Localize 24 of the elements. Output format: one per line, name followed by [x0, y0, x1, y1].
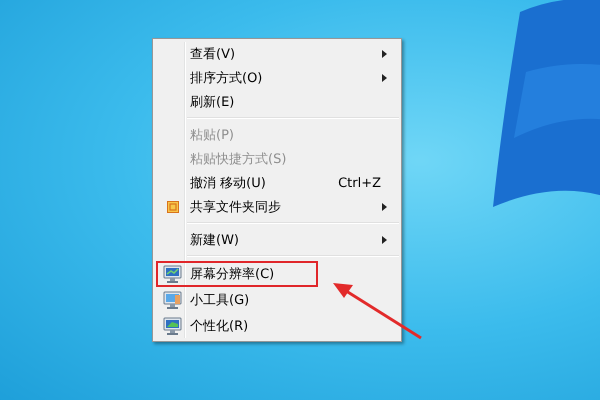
menu-item-label: 撤消 移动(U)	[190, 175, 266, 192]
menu-item[interactable]: 撤消 移动(U) Ctrl+Z	[153, 171, 401, 195]
menu-item[interactable]: 共享文件夹同步	[153, 195, 401, 219]
menu-item-label: 粘贴(P)	[190, 127, 234, 144]
menu-item-label: 刷新(E)	[190, 94, 234, 111]
monitor-icon	[163, 264, 183, 284]
menu-item-label: 新建(W)	[190, 232, 239, 249]
menu-item-label: 共享文件夹同步	[190, 199, 281, 216]
menu-item[interactable]: 刷新(E)	[153, 90, 401, 114]
menu-item-label: 小工具(G)	[190, 292, 250, 309]
menu-item[interactable]: 小工具(G)	[153, 287, 401, 313]
menu-item[interactable]: 新建(W)	[153, 228, 401, 252]
shortcut-label: Ctrl+Z	[338, 176, 381, 190]
sync-folder-icon	[167, 201, 179, 213]
menu-item-label: 粘贴快捷方式(S)	[190, 151, 286, 168]
menu-item-label: 查看(V)	[190, 46, 236, 63]
menu-item[interactable]: 排序方式(O)	[153, 66, 401, 90]
menu-item-label: 个性化(R)	[190, 318, 248, 335]
menu-item-label: 排序方式(O)	[190, 70, 262, 87]
monitor-icon	[163, 316, 183, 336]
menu-item-label: 屏幕分辨率(C)	[190, 266, 274, 283]
menu-item[interactable]: 个性化(R)	[153, 313, 401, 339]
menu-item[interactable]: 查看(V)	[153, 42, 401, 66]
monitor-icon	[163, 290, 183, 310]
